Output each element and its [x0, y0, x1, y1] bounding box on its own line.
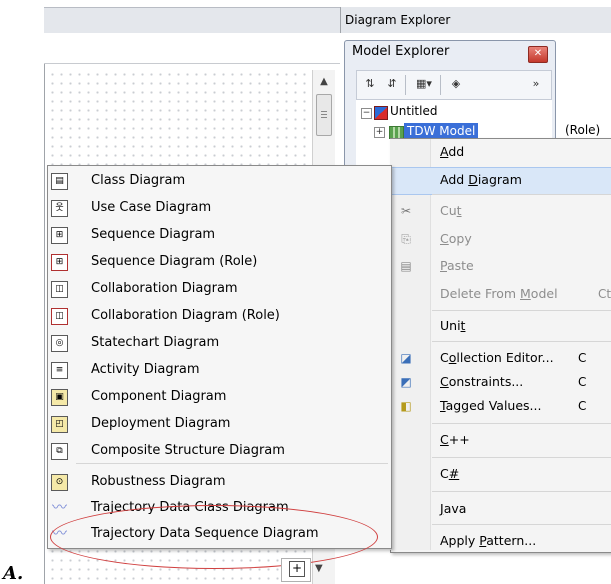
sequence-role-diagram-icon: ⊞: [51, 254, 68, 271]
sequence-diagram-icon: ⊞: [51, 227, 68, 244]
menu-separator: [432, 491, 611, 492]
grip-line: [321, 117, 327, 118]
menu-separator: [432, 310, 611, 311]
composite-structure-diagram-icon: ⧉: [51, 443, 68, 460]
submenu-item-statechart-diagram[interactable]: Statechart Diagram: [91, 333, 219, 353]
expand-icon[interactable]: +: [374, 127, 385, 138]
tagged-values-icon: ◧: [400, 399, 412, 413]
deployment-diagram-icon: ◰: [51, 416, 68, 433]
menu-item-tagged-values[interactable]: Tagged Values...: [440, 396, 541, 416]
submenu-item-collaboration-diagram-role[interactable]: Collaboration Diagram (Role): [91, 306, 280, 326]
model-explorer-toolbar: ⇅ ⇵ ▦▾ ◈ »: [356, 70, 552, 100]
menu-item-csharp[interactable]: C#: [440, 464, 459, 484]
access-key: t: [456, 203, 462, 218]
robustness-diagram-icon: ⊙: [51, 474, 68, 491]
submenu-item-collaboration-diagram[interactable]: Collaboration Diagram: [91, 279, 238, 299]
editor-header-strip: [44, 33, 340, 64]
model-explorer-title: Model Explorer: [352, 44, 450, 59]
menu-separator: [432, 457, 611, 458]
submenu-separator: [76, 463, 388, 464]
access-key: D: [468, 172, 478, 187]
access-key: M: [520, 286, 531, 301]
filter-icon[interactable]: ◈: [447, 75, 465, 93]
submenu-item-use-case-diagram[interactable]: Use Case Diagram: [91, 198, 211, 218]
collection-editor-icon: ◪: [400, 351, 412, 365]
access-key: C: [440, 374, 449, 389]
scissors-icon: ✂: [400, 204, 412, 218]
scroll-down-icon[interactable]: ▼: [315, 563, 323, 574]
submenu-item-sequence-diagram-role[interactable]: Sequence Diagram (Role): [91, 252, 257, 272]
sort-asc-icon[interactable]: ⇅: [361, 75, 379, 93]
shortcut-collection-editor: C: [578, 351, 587, 365]
menu-item-collection-editor[interactable]: Collection Editor...: [440, 348, 554, 368]
access-key: T: [440, 398, 446, 413]
submenu-item-activity-diagram[interactable]: Activity Diagram: [91, 360, 200, 380]
collapse-icon[interactable]: −: [361, 108, 372, 119]
component-diagram-icon: ▣: [51, 389, 68, 406]
tree-item-untitled[interactable]: Untitled: [390, 104, 437, 118]
shortcut-delete: Ct: [598, 287, 611, 301]
constraints-icon: ◩: [400, 375, 412, 389]
use-case-diagram-icon: 웃: [51, 200, 68, 217]
access-key: J: [440, 501, 444, 516]
access-key: A: [440, 144, 449, 159]
menu-item-delete-from-model[interactable]: Delete From Model: [440, 284, 558, 304]
access-key: o: [448, 350, 457, 365]
menu-separator: [432, 194, 611, 195]
menu-item-paste[interactable]: Paste: [440, 256, 474, 276]
paste-icon: ▤: [400, 259, 412, 273]
shortcut-constraints: C: [578, 375, 587, 389]
diagram-explorer-title: Diagram Explorer: [340, 7, 611, 33]
menu-item-cut[interactable]: Cut: [440, 201, 462, 221]
shortcut-tagged-values: C: [578, 399, 587, 413]
scroll-thumb[interactable]: [316, 94, 332, 136]
highlight-ellipse: [50, 505, 378, 569]
menu-item-constraints[interactable]: Constraints...: [440, 372, 523, 392]
grip-line: [321, 114, 327, 115]
toolbar-separator: [405, 75, 406, 95]
overflow-icon[interactable]: »: [527, 75, 545, 93]
submenu-item-deployment-diagram[interactable]: Deployment Diagram: [91, 414, 230, 434]
menu-separator: [432, 341, 611, 342]
menu-item-unit[interactable]: Unit: [440, 316, 465, 336]
toolbar-separator: [440, 75, 441, 95]
grip-line: [321, 111, 327, 112]
collaboration-role-diagram-icon: ◫: [51, 308, 68, 325]
statechart-diagram-icon: ◎: [51, 335, 68, 352]
menu-item-add-diagram[interactable]: Add Diagram: [440, 170, 522, 190]
submenu-item-class-diagram[interactable]: Class Diagram: [91, 171, 185, 191]
menu-item-apply-pattern[interactable]: Apply Pattern...: [440, 531, 536, 551]
view-options-icon[interactable]: ▦▾: [411, 75, 437, 93]
submenu-item-component-diagram[interactable]: Component Diagram: [91, 387, 226, 407]
access-key: P: [479, 533, 487, 548]
access-key: t: [460, 318, 466, 333]
close-icon[interactable]: ✕: [528, 46, 548, 63]
submenu-item-composite-structure-diagram[interactable]: Composite Structure Diagram: [91, 441, 285, 461]
activity-diagram-icon: ≡: [51, 362, 68, 379]
copy-icon: ⎘: [401, 232, 411, 246]
scroll-up-icon[interactable]: ▲: [313, 74, 335, 90]
menu-separator: [432, 423, 611, 424]
collaboration-diagram-icon: ◫: [51, 281, 68, 298]
menu-item-java[interactable]: Java: [440, 499, 466, 519]
context-menu-icon-gutter: [390, 139, 431, 550]
access-key: P: [440, 258, 447, 273]
class-diagram-icon: ▤: [51, 173, 68, 190]
trajectory-class-diagram-icon: 〰: [51, 498, 67, 516]
access-key: C: [440, 231, 449, 246]
figure-label: A.: [3, 563, 24, 584]
menu-item-cpp[interactable]: C++: [440, 430, 470, 450]
model-cube-icon: [374, 106, 388, 120]
access-key: C: [440, 432, 449, 447]
sort-desc-icon[interactable]: ⇵: [383, 75, 401, 93]
menu-separator: [432, 524, 611, 525]
tree-item-suffix: (Role): [565, 123, 601, 137]
submenu-item-sequence-diagram[interactable]: Sequence Diagram: [91, 225, 215, 245]
menu-item-copy[interactable]: Copy: [440, 229, 472, 249]
tree-item-tdw-model[interactable]: TDW Model: [404, 123, 479, 139]
access-key: #: [448, 466, 460, 481]
submenu-item-robustness-diagram[interactable]: Robustness Diagram: [91, 472, 226, 492]
zoom-fit-icon[interactable]: +: [289, 561, 305, 577]
menu-item-add[interactable]: Add: [440, 142, 464, 162]
